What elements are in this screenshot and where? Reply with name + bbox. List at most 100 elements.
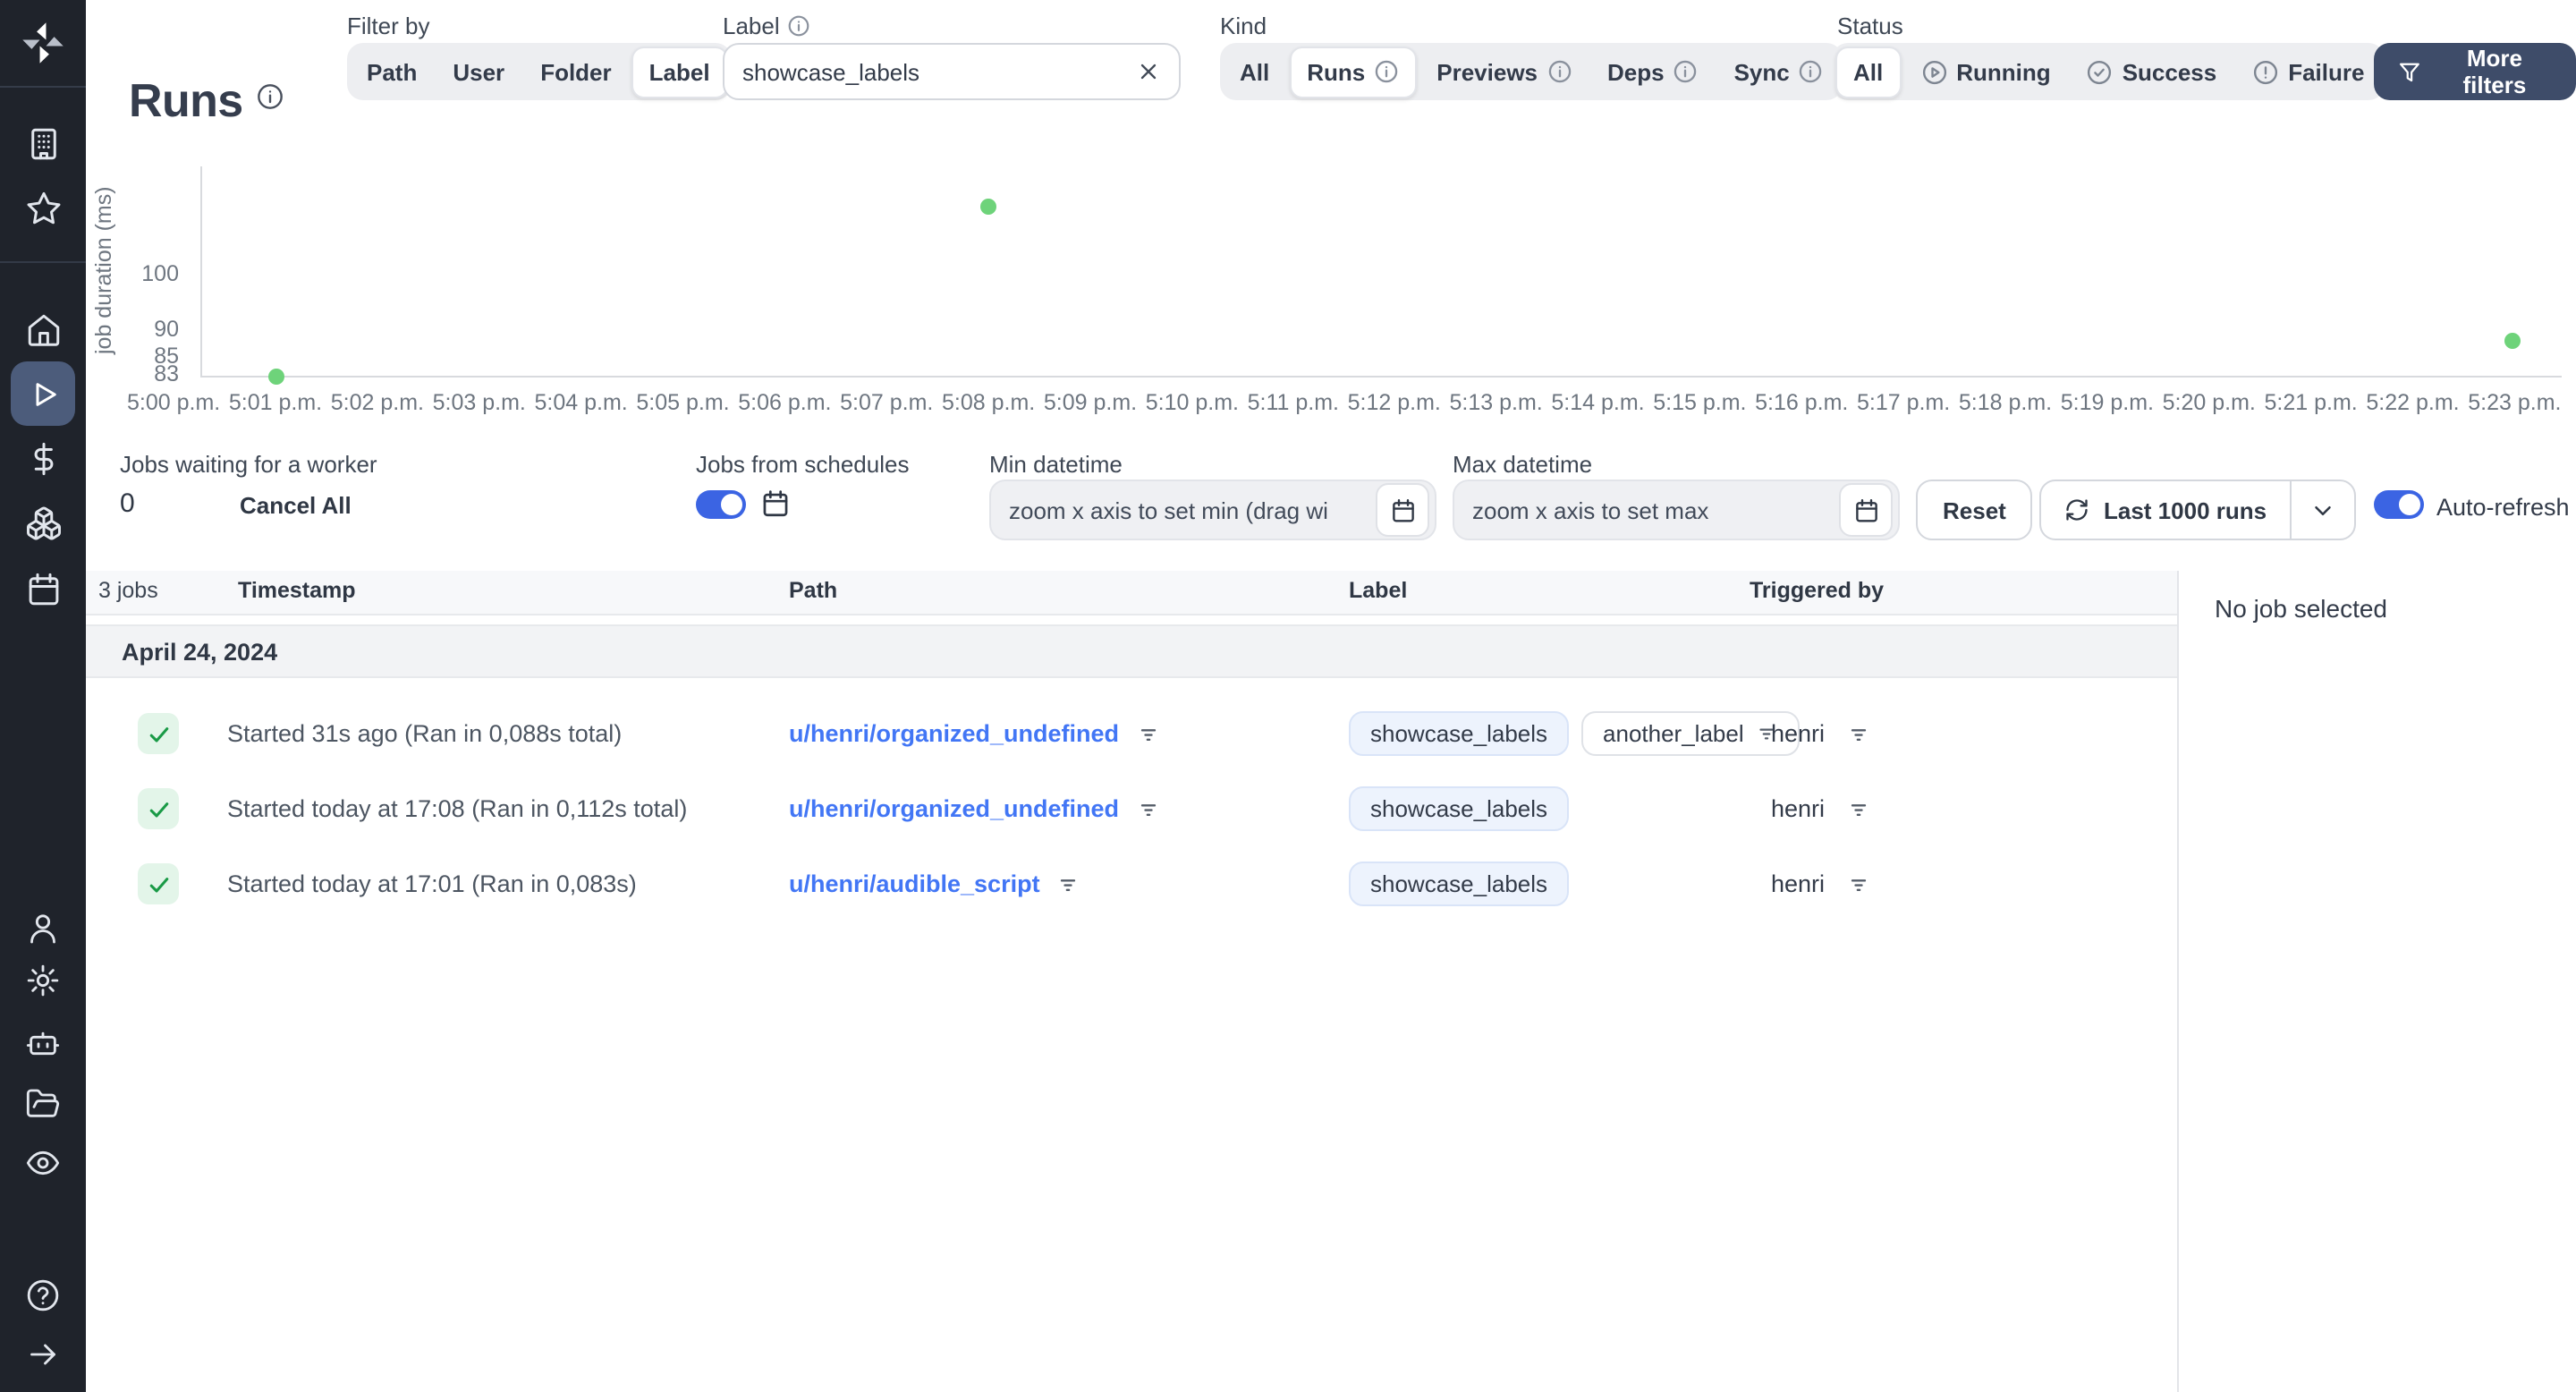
check-icon (148, 877, 168, 892)
reset-button[interactable]: Reset (1916, 480, 2033, 540)
sidebar-item-workers[interactable] (11, 1014, 75, 1072)
chart-data-point[interactable] (979, 199, 996, 216)
x-tick-label: 5:00 p.m. (127, 390, 221, 415)
funnel-icon (2399, 62, 2419, 81)
sidebar-item-help[interactable] (11, 1267, 75, 1324)
jobs-count: 3 jobs (98, 578, 158, 603)
sidebar-item-runs[interactable] (11, 361, 75, 426)
x-tick-label: 5:07 p.m. (840, 390, 934, 415)
label-chip[interactable]: showcase_labels (1349, 786, 1570, 831)
status-label: Status (1837, 13, 1903, 39)
col-path: Path (789, 578, 838, 603)
sidebar-item-variables[interactable] (11, 429, 75, 487)
filter-by-path[interactable]: Path (351, 47, 433, 96)
kind-runs[interactable]: Runs (1289, 46, 1418, 98)
label-filter-label: Label (723, 13, 810, 39)
runs-limit-dropdown-button[interactable] (2292, 481, 2354, 539)
x-tick-label: 5:19 p.m. (2060, 390, 2154, 415)
table-row[interactable]: Started today at 17:08 (Ran in 0,112s to… (86, 771, 2177, 846)
table-row[interactable]: Started 31s ago (Ran in 0,088s total) u/… (86, 696, 2177, 771)
min-datetime-calendar-button[interactable] (1376, 483, 1429, 537)
sidebar-item-workspace[interactable] (11, 115, 75, 172)
workspace-logo[interactable] (0, 0, 86, 88)
kind-all[interactable]: All (1224, 47, 1285, 96)
building-icon (30, 127, 55, 159)
runs-kind-info-icon[interactable] (1374, 59, 1399, 84)
sidebar-item-folders[interactable] (11, 1075, 75, 1133)
sidebar-item-home[interactable] (11, 301, 75, 358)
col-timestamp: Timestamp (238, 578, 356, 603)
chart-data-point[interactable] (268, 368, 285, 384)
chevron-down-icon (2315, 505, 2331, 514)
status-success[interactable]: Success (2071, 47, 2233, 96)
runs-info-icon[interactable] (256, 83, 284, 112)
status-failure[interactable]: Failure (2236, 47, 2380, 96)
filter-by-path-icon[interactable] (1056, 871, 1081, 896)
sidebar-item-settings[interactable] (11, 952, 75, 1009)
filter-by-user-icon[interactable] (1846, 871, 1871, 896)
filter-by-label-option[interactable]: Label (631, 46, 728, 98)
x-tick-label: 5:02 p.m. (330, 390, 424, 415)
sidebar-item-favorites[interactable] (11, 179, 75, 236)
arrow-right-icon (30, 1344, 55, 1365)
sync-info-icon[interactable] (1799, 59, 1824, 84)
kind-previews[interactable]: Previews (1420, 47, 1588, 96)
label-info-icon[interactable] (787, 14, 810, 38)
filter-by-user-icon[interactable] (1846, 796, 1871, 821)
sidebar-item-audit-logs[interactable] (11, 1134, 75, 1192)
x-tick-label: 5:22 p.m. (2366, 390, 2460, 415)
filter-by-path-icon[interactable] (1135, 721, 1160, 746)
auto-refresh-toggle[interactable] (2374, 490, 2424, 519)
sidebar-item-resources[interactable] (11, 494, 75, 551)
star-icon (26, 191, 60, 224)
label-filter-input[interactable] (724, 58, 1136, 85)
chart-data-point[interactable] (2504, 332, 2520, 348)
y-tick-90: 90 (154, 317, 179, 342)
filter-by-user-icon[interactable] (1846, 721, 1871, 746)
run-timestamp: Started 31s ago (Ran in 0,088s total) (227, 720, 623, 747)
label-chip[interactable]: showcase_labels (1349, 711, 1570, 756)
filter-by-folder[interactable]: Folder (524, 47, 627, 96)
run-path-link[interactable]: u/henri/organized_undefined (789, 795, 1119, 822)
jobs-waiting-label: Jobs waiting for a worker (120, 451, 377, 478)
success-status-badge (138, 788, 179, 829)
kind-deps[interactable]: Deps (1591, 47, 1715, 96)
schedules-calendar-icon[interactable] (760, 488, 791, 519)
refresh-runs-button[interactable]: Last 1000 runs (2041, 481, 2290, 539)
job-detail-panel: No job selected (2177, 571, 2576, 1392)
kind-sync[interactable]: Sync (1718, 47, 1840, 96)
runs-page: Runs Filter by Path User Folder Label La… (0, 0, 2576, 1392)
run-path-link[interactable]: u/henri/organized_undefined (789, 720, 1119, 747)
sidebar-item-schedules[interactable] (11, 560, 75, 617)
min-datetime-input[interactable]: zoom x axis to set min (drag wi (989, 480, 1436, 540)
kind-toggle-group: All Runs Previews Deps Sync (1220, 43, 1843, 100)
max-datetime-input[interactable]: zoom x axis to set max (1453, 480, 1900, 540)
label-filter-input-wrap (723, 43, 1181, 100)
previews-info-icon[interactable] (1546, 59, 1572, 84)
max-datetime-calendar-button[interactable] (1839, 483, 1893, 537)
home-icon (27, 313, 59, 345)
status-running[interactable]: Running (1904, 47, 2066, 96)
sidebar-item-users[interactable] (11, 900, 75, 957)
jobs-from-schedules-toggle[interactable] (696, 490, 746, 519)
run-path-link[interactable]: u/henri/audible_script (789, 870, 1040, 897)
sidebar-expand-button[interactable] (11, 1326, 75, 1383)
runs-limit-split-button: Last 1000 runs (2039, 480, 2357, 540)
filter-by-path-icon[interactable] (1135, 796, 1160, 821)
label-chip[interactable]: another_label (1581, 711, 1800, 756)
label-chip[interactable]: showcase_labels (1349, 862, 1570, 906)
status-all[interactable]: All (1835, 46, 1902, 98)
x-tick-label: 5:09 p.m. (1043, 390, 1138, 415)
table-row[interactable]: Started today at 17:01 (Ran in 0,083s) u… (86, 846, 2177, 921)
more-filters-button[interactable]: More filters (2374, 43, 2576, 100)
clear-label-icon[interactable] (1136, 59, 1161, 84)
refresh-icon (2066, 499, 2088, 521)
runs-duration-chart[interactable]: job duration (ms) 100 90 85 83 5:00 p.m.… (86, 111, 2576, 447)
success-status-badge (138, 863, 179, 904)
min-datetime-label: Min datetime (989, 451, 1123, 478)
filter-by-user[interactable]: User (436, 47, 521, 96)
x-tick-label: 5:04 p.m. (534, 390, 628, 415)
filter-by-label: Filter by (347, 13, 430, 39)
deps-info-icon[interactable] (1674, 59, 1699, 84)
cancel-all-button[interactable]: Cancel All (240, 492, 352, 519)
